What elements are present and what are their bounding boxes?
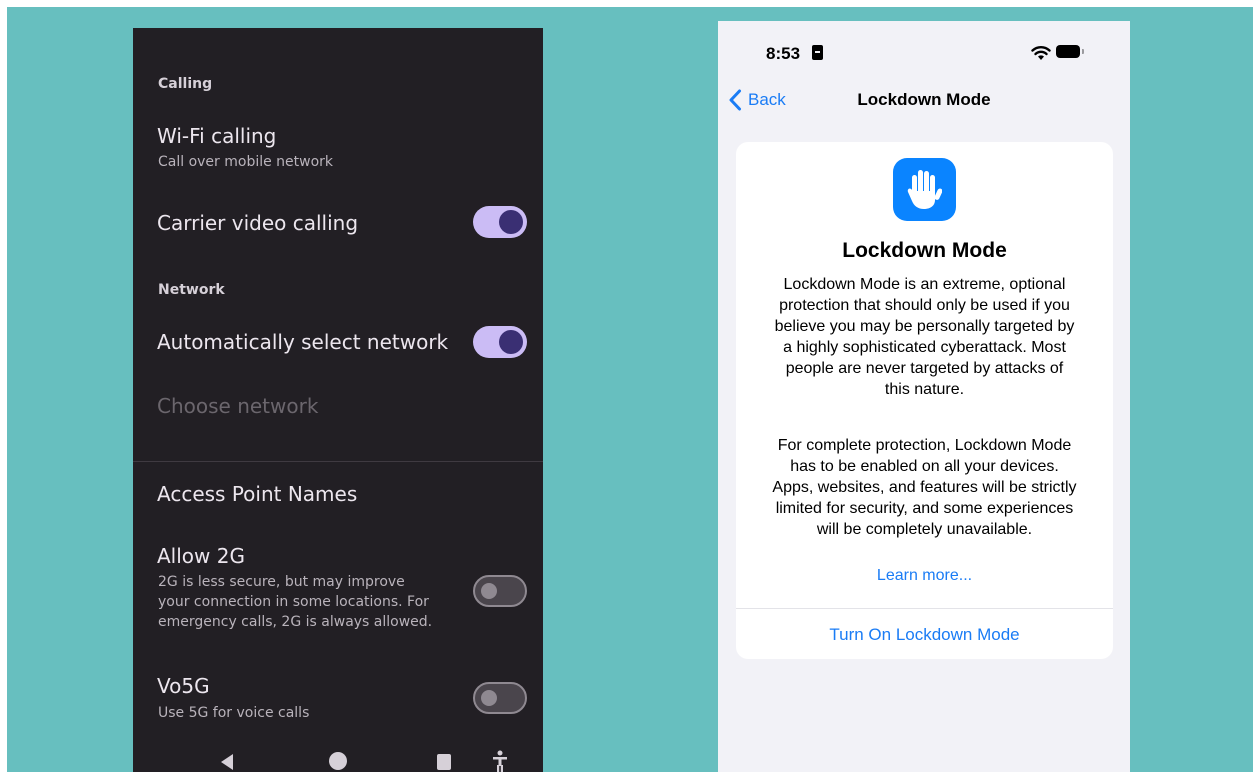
android-navigation-bar <box>133 750 543 772</box>
paragraph-1-line: Lockdown Mode is an extreme, optional <box>783 276 1066 293</box>
allow-2g-toggle[interactable] <box>473 575 527 607</box>
paragraph-2-line: will be completely unavailable. <box>816 521 1033 538</box>
choose-network-item: Choose network <box>157 394 319 418</box>
allow-2g-subtitle-line-1: 2G is less secure, but may improve <box>158 574 405 590</box>
lockdown-mode-card: Lockdown Mode Lockdown Mode is an extrem… <box>736 142 1113 659</box>
paragraph-2-line: For complete protection, Lockdown Mode <box>777 437 1072 454</box>
allow-2g-subtitle-line-2: your connection in some locations. For <box>158 594 429 610</box>
paragraph-2-line: limited for security, and some experienc… <box>775 500 1074 517</box>
paragraph-1-line: people are never targeted by attacks of <box>785 360 1064 377</box>
auto-select-network-toggle[interactable] <box>473 326 527 358</box>
recents-square-icon[interactable] <box>437 754 451 770</box>
carrier-video-calling-toggle[interactable] <box>473 206 527 238</box>
android-network-settings: Calling Wi-Fi calling Call over mobile n… <box>133 28 543 772</box>
battery-icon <box>1056 45 1084 58</box>
toggle-knob <box>481 690 497 706</box>
access-point-names-item[interactable]: Access Point Names <box>157 482 357 506</box>
toggle-knob <box>481 583 497 599</box>
section-header-calling: Calling <box>158 76 213 92</box>
carrier-video-calling-title: Carrier video calling <box>157 211 359 235</box>
vo5g-toggle[interactable] <box>473 682 527 714</box>
back-triangle-icon[interactable] <box>221 754 233 770</box>
divider <box>133 461 543 462</box>
sim-badge-icon <box>812 45 823 60</box>
hand-glyph <box>907 170 942 209</box>
section-header-network: Network <box>158 282 225 298</box>
paragraph-1-line: a highly sophisticated cyberattack. Most <box>783 339 1066 356</box>
allow-2g-title: Allow 2G <box>157 544 245 568</box>
paragraph-1-line: believe you may be personally targeted b… <box>774 318 1075 335</box>
paragraph-2-line: has to be enabled on all your devices. <box>790 458 1059 475</box>
raised-hand-icon <box>893 158 956 221</box>
turn-on-lockdown-mode-button[interactable]: Turn On Lockdown Mode <box>736 625 1113 645</box>
wifi-icon <box>1031 46 1051 60</box>
paragraph-1-line: protection that should only be used if y… <box>779 297 1070 314</box>
vo5g-subtitle: Use 5G for voice calls <box>158 705 310 721</box>
card-title: Lockdown Mode <box>842 239 1007 262</box>
auto-select-network-title: Automatically select network <box>157 330 449 354</box>
home-circle-icon[interactable] <box>329 752 347 770</box>
wifi-calling-subtitle: Call over mobile network <box>158 154 334 170</box>
wifi-calling-title: Wi-Fi calling <box>157 124 277 148</box>
vo5g-title: Vo5G <box>157 674 210 698</box>
nav-title: Lockdown Mode <box>857 90 991 109</box>
toggle-knob <box>499 210 523 234</box>
paragraph-1-line: this nature. <box>884 381 965 398</box>
paragraph-2-line: Apps, websites, and features will be str… <box>772 479 1077 496</box>
card-divider <box>736 608 1113 609</box>
status-time: 8:53 <box>766 44 801 63</box>
ios-lockdown-mode-screen: 8:53 Back Lockdown Mode Lockdown Mode Lo… <box>718 21 1130 772</box>
accessibility-icon[interactable] <box>493 750 507 772</box>
learn-more-link[interactable]: Learn more... <box>736 567 1113 585</box>
allow-2g-subtitle-line-3: emergency calls, 2G is always allowed. <box>158 614 433 630</box>
toggle-knob <box>499 330 523 354</box>
